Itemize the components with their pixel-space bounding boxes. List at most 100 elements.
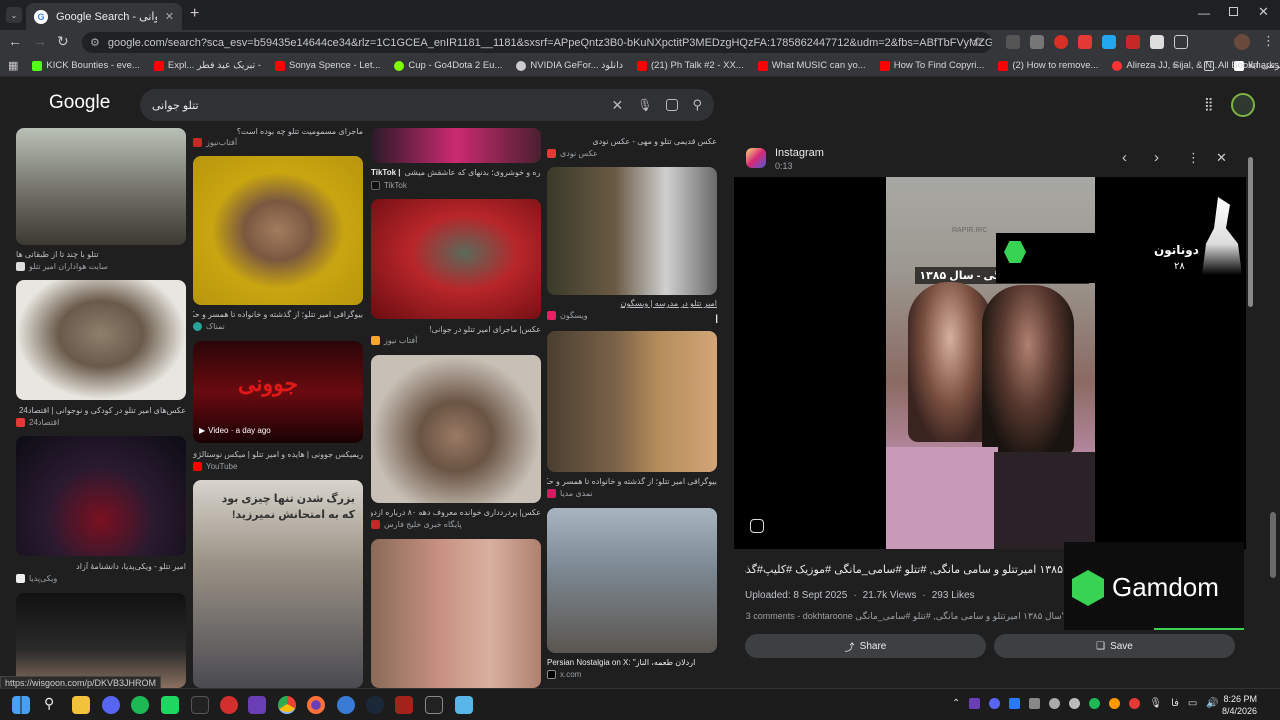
image-result[interactable] <box>16 593 186 688</box>
result-caption[interactable]: امیر تتلو - ویکی‌پدیا، دانشنامهٔ آزاد <box>16 562 186 571</box>
clear-search-icon[interactable]: ✕ <box>612 97 624 114</box>
bookmark-item[interactable]: How To Find Copyri... <box>879 60 984 71</box>
image-result[interactable] <box>547 331 717 472</box>
result-caption[interactable]: Persian Nostalgia on X: "اردلان طعمه، ال… <box>547 658 717 667</box>
preview-image-area[interactable]: RAPIR.IRC تتلو و سامی مانگی - سال ۱۳۸۵ د… <box>734 157 1253 549</box>
lens-search-icon[interactable] <box>666 99 679 111</box>
all-bookmarks-button[interactable]: All Bookmarks <box>1204 60 1279 71</box>
terminal-icon[interactable] <box>425 696 443 714</box>
app-icon[interactable] <box>248 696 266 714</box>
image-result[interactable] <box>371 355 541 503</box>
active-tab[interactable]: G Google Search - تتلو جوانی ✕ <box>26 3 182 30</box>
preview-source[interactable]: Instagram <box>775 147 824 159</box>
previous-icon[interactable]: ‹ <box>1122 149 1127 166</box>
steam-icon[interactable] <box>366 696 384 714</box>
image-result[interactable] <box>371 199 541 319</box>
tray-app-icon[interactable] <box>969 698 981 709</box>
file-explorer-icon[interactable] <box>72 696 90 714</box>
app-icon[interactable] <box>161 696 179 714</box>
extensions-puzzle-icon[interactable] <box>1174 35 1188 49</box>
reload-icon[interactable]: ↻ <box>57 33 69 50</box>
taskbar-search-icon[interactable]: ⚲ <box>44 695 54 712</box>
google-apps-icon[interactable]: ⣿ <box>1204 96 1214 112</box>
more-options-icon[interactable]: ⋮ <box>1187 150 1200 166</box>
bookmark-item[interactable]: Sonya Spence - Let... <box>275 60 380 71</box>
result-caption[interactable]: تتلو با چند تا از طبقاتی ها <box>16 250 186 259</box>
bookmark-star-icon[interactable]: ☆ <box>972 34 984 50</box>
result-caption[interactable]: بیوگرافی امیر تتلو؛ از گذشته و خانواده ت… <box>547 477 717 486</box>
tab-close-icon[interactable]: ✕ <box>165 10 174 23</box>
panel-scrollbar[interactable] <box>1248 157 1253 307</box>
profile-avatar[interactable] <box>1234 34 1250 50</box>
search-icon[interactable]: ⚲ <box>692 97 702 113</box>
image-result[interactable] <box>16 436 186 556</box>
image-result[interactable] <box>16 128 186 245</box>
bookmark-item[interactable]: What MUSIC can yo... <box>757 60 866 71</box>
image-result[interactable] <box>193 156 363 305</box>
extension-icon[interactable] <box>1006 35 1020 49</box>
page-scrollbar[interactable] <box>1270 512 1276 578</box>
bookmark-item[interactable]: Cup - Go4Dota 2 Eu... <box>394 60 502 71</box>
next-icon[interactable]: › <box>1154 149 1159 166</box>
tray-app-icon[interactable] <box>1069 698 1081 709</box>
chrome-icon[interactable] <box>278 696 296 714</box>
google-logo[interactable]: Google <box>49 92 110 114</box>
result-caption[interactable]: عکس| ماجرای امیر تتلو در جوانی! <box>371 325 541 334</box>
bookmarks-overflow-icon[interactable]: » <box>1172 60 1177 71</box>
windows-start-icon[interactable] <box>12 696 30 714</box>
share-button[interactable]: ⤴ Share <box>745 634 986 658</box>
apps-grid-icon[interactable]: ▦ <box>8 59 18 72</box>
result-caption[interactable]: عکس قدیمی تتلو و مهی - عکس نودی <box>547 137 717 146</box>
new-tab-icon[interactable]: + <box>190 6 199 22</box>
result-caption[interactable]: عکس| پردرد‌داری خوانده معروف دهه ۸۰ دربا… <box>371 508 541 517</box>
taskbar-clock[interactable]: 8:26 PM 8/4/2026 <box>1222 693 1257 717</box>
search-query[interactable]: تتلو جوانی <box>152 99 612 112</box>
extension-icon[interactable] <box>1078 35 1092 49</box>
save-button[interactable]: ❑ Save <box>994 634 1235 658</box>
result-caption[interactable]: TikTok |تتلو داره و خوشروی؛ بدنهای که عا… <box>371 168 541 177</box>
bookmark-item[interactable]: Expl... تبریک عید فطر - <box>153 60 261 71</box>
site-info-icon[interactable]: ⚙ <box>90 36 100 49</box>
account-avatar[interactable] <box>1231 93 1255 117</box>
tray-app-icon[interactable] <box>1089 698 1101 709</box>
dota-icon[interactable] <box>395 696 413 714</box>
keyboard-language[interactable]: فا <box>1171 698 1179 709</box>
search-box[interactable]: تتلو جوانی ✕ 🎙 ⚲ <box>140 89 714 121</box>
voice-search-icon[interactable]: 🎙 <box>637 98 652 112</box>
image-result[interactable] <box>16 280 186 400</box>
result-caption[interactable]: عکس‌های امیر تتلو در کودکی و نوجوانی | ا… <box>16 406 186 415</box>
close-window-icon[interactable]: ✕ <box>1258 4 1269 20</box>
tray-app-icon[interactable] <box>1129 698 1141 709</box>
microphone-icon[interactable]: 🎙 <box>1149 698 1162 709</box>
result-caption[interactable]: ریمیکس جوونی | هایده و امیر تتلو | میکس … <box>193 450 363 459</box>
tab-search-icon[interactable]: ⌄ <box>6 7 22 23</box>
bookmark-item[interactable]: (21) Ph Talk #2 - XX... <box>636 60 744 71</box>
image-result[interactable] <box>547 167 717 295</box>
tray-app-icon[interactable] <box>1109 698 1121 709</box>
app-icon[interactable] <box>191 696 209 714</box>
maximize-icon[interactable] <box>1229 7 1238 16</box>
bookmark-item[interactable]: (2) How to remove... <box>998 60 1098 71</box>
image-result[interactable] <box>371 128 541 163</box>
image-result[interactable] <box>547 508 717 653</box>
result-caption[interactable]: بیوگرافی امیر تتلو؛ از گذشته و خانواده ت… <box>193 310 363 319</box>
extension-icon[interactable] <box>1054 35 1068 49</box>
address-bar[interactable]: ⚙ google.com/search?sca_esv=b59435e14644… <box>82 32 992 53</box>
extension-icon[interactable] <box>1126 35 1140 49</box>
image-result[interactable] <box>371 539 541 688</box>
video-result[interactable]: جوونی ▶ Video · a day ago <box>193 341 363 443</box>
bookmark-item[interactable]: KICK Bounties - eve... <box>32 60 140 71</box>
firefox-icon[interactable] <box>307 696 325 714</box>
minimize-icon[interactable]: — <box>1198 6 1210 20</box>
app-icon[interactable] <box>337 696 355 714</box>
notepad-icon[interactable] <box>455 696 473 714</box>
close-preview-icon[interactable]: ✕ <box>1216 150 1227 166</box>
tray-app-icon[interactable] <box>1029 698 1041 709</box>
bookmark-item[interactable]: NVIDIA GeFor... دانلود <box>516 60 623 71</box>
visual-search-icon[interactable] <box>750 519 764 533</box>
result-caption[interactable]: ماجرای مسمومیت تتلو چه بوده است؟ <box>193 127 363 136</box>
back-icon[interactable]: ← <box>8 33 22 49</box>
discord-icon[interactable] <box>102 696 120 714</box>
volume-icon[interactable]: 🔊 <box>1206 698 1218 709</box>
result-caption[interactable]: امیر تتلو در مدرسه | ویسگون <box>547 299 717 308</box>
